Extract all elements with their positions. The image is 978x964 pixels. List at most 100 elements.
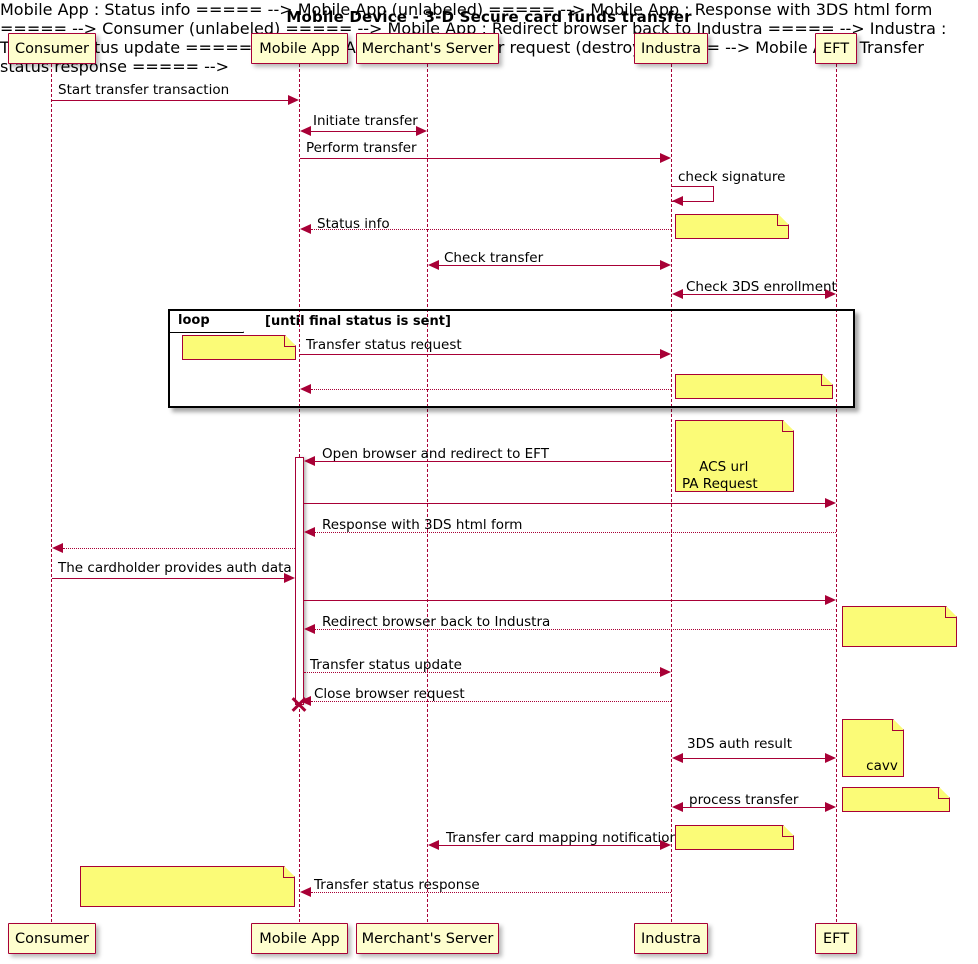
note-acs-request: ACS url PA Request Term url Merchant dat… bbox=[675, 420, 794, 492]
arrowhead-right-m6 bbox=[660, 260, 671, 270]
message-label-m22: Transfer status response bbox=[314, 877, 480, 893]
participant-label: Consumer bbox=[15, 40, 89, 57]
participant-label: EFT bbox=[822, 40, 850, 57]
note-fold-icon bbox=[938, 788, 949, 799]
arrowhead-right-m3 bbox=[660, 153, 671, 163]
message-line-m3 bbox=[300, 158, 660, 159]
participant-consumer-bottom[interactable]: Consumer bbox=[8, 923, 96, 954]
participant-eft-top[interactable]: EFT bbox=[815, 33, 857, 64]
message-label-m21: Transfer card mapping notification bbox=[446, 830, 679, 846]
message-label-m19: 3DS auth result bbox=[687, 736, 793, 752]
note-server-card-id: server card id bbox=[675, 825, 794, 850]
participant-label: Mobile App bbox=[259, 930, 340, 947]
participant-label: Mobile App bbox=[259, 40, 340, 57]
note-state-processing: state = PROCESSING bbox=[675, 374, 833, 399]
note-fold-icon bbox=[283, 867, 294, 878]
participant-industra-bottom[interactable]: Industra bbox=[634, 923, 708, 954]
arrowhead-left-m12 bbox=[304, 527, 315, 537]
note-bankorder-state: bankorder id state = APPROVED|DECLINED bbox=[80, 866, 295, 907]
arrowhead-right-m8 bbox=[660, 349, 671, 359]
message-label-m14: The cardholder provides auth data bbox=[58, 560, 292, 576]
message-line-m14 bbox=[52, 578, 284, 579]
message-line-m9 bbox=[311, 389, 671, 390]
arrowhead-left-m13 bbox=[52, 543, 63, 553]
participant-industra-top[interactable]: Industra bbox=[634, 33, 708, 64]
arrowhead-right-m15 bbox=[825, 595, 836, 605]
arrowhead-left-m4 bbox=[672, 196, 683, 206]
arrowhead-left-m6 bbox=[428, 260, 439, 270]
arrowhead-left-m19 bbox=[672, 753, 683, 763]
message-label-m6: Check transfer bbox=[444, 250, 544, 266]
participant-merchant-server-top[interactable]: Merchant's Server bbox=[356, 33, 499, 64]
message-line-m15 bbox=[304, 600, 825, 601]
arrowhead-left-m20 bbox=[672, 802, 683, 812]
note-cavv-eci-status: cavv eci status bbox=[842, 719, 904, 777]
message-label-m12: Response with 3DS html form bbox=[322, 517, 523, 533]
message-label-m16: Redirect browser back to Industra bbox=[322, 614, 551, 630]
arrowhead-left-m21 bbox=[428, 840, 439, 850]
note-text: server card id bbox=[699, 864, 793, 880]
arrowhead-left-m9 bbox=[300, 384, 311, 394]
loop-frame-tab: loop bbox=[170, 311, 244, 333]
note-bankorder-id: bankorder id bbox=[842, 787, 950, 812]
message-label-m18: Close browser request bbox=[314, 686, 465, 702]
message-line-m19 bbox=[683, 758, 825, 759]
message-label-m7: Check 3DS enrollment bbox=[686, 279, 837, 295]
note-fold-icon bbox=[782, 826, 793, 837]
message-label-m10: Open browser and redirect to EFT bbox=[322, 446, 549, 462]
participant-label: Merchant's Server bbox=[361, 40, 494, 57]
message-line-m8 bbox=[300, 354, 660, 355]
note-text: session token bbox=[699, 253, 792, 269]
participant-label: EFT bbox=[822, 930, 850, 947]
message-label-m5: Status info bbox=[317, 216, 390, 232]
note-text: bankorder id bbox=[866, 826, 952, 842]
loop-frame-label: loop bbox=[178, 313, 210, 328]
message-label-m1: Start transfer transaction bbox=[58, 82, 230, 98]
arrowhead-left-m22 bbox=[300, 887, 311, 897]
note-fold-icon bbox=[782, 421, 793, 432]
message-line-m13 bbox=[63, 548, 295, 549]
participant-label: Industra bbox=[641, 930, 701, 947]
message-line-m2 bbox=[311, 131, 416, 132]
message-label-m20: process transfer bbox=[689, 792, 799, 808]
destroy-marker-mobile-app bbox=[290, 695, 308, 713]
loop-frame-condition: [until final status is sent] bbox=[265, 314, 451, 329]
participant-mobile-app-bottom[interactable]: Mobile App bbox=[251, 923, 348, 954]
participant-eft-bottom[interactable]: EFT bbox=[815, 923, 857, 954]
arrowhead-left-m5 bbox=[300, 224, 311, 234]
note-text: PA Response Merchant data bbox=[849, 645, 952, 678]
arrowhead-right-m17 bbox=[660, 667, 671, 677]
note-fold-icon bbox=[945, 607, 956, 618]
arrowhead-left-m2 bbox=[300, 126, 311, 136]
participant-mobile-app-top[interactable]: Mobile App bbox=[251, 33, 348, 64]
arrowhead-right-m19 bbox=[825, 753, 836, 763]
lifeline-eft bbox=[836, 64, 837, 922]
participant-merchant-server-bottom[interactable]: Merchant's Server bbox=[356, 923, 499, 954]
participant-consumer-top[interactable]: Consumer bbox=[8, 33, 96, 64]
message-label-m17: Transfer status update bbox=[310, 657, 462, 673]
note-fold-icon bbox=[777, 215, 788, 226]
activation-bar-mobile-app bbox=[295, 457, 304, 705]
message-label-m2: Initiate transfer bbox=[313, 113, 418, 129]
participant-label: Merchant's Server bbox=[361, 930, 494, 947]
note-fold-icon bbox=[892, 720, 903, 731]
message-label-m4: check signature bbox=[678, 169, 786, 185]
note-session-token-2: session token bbox=[182, 335, 296, 360]
participant-label: Consumer bbox=[15, 930, 89, 947]
lifeline-consumer bbox=[51, 64, 52, 922]
arrowhead-right-m20 bbox=[825, 802, 836, 812]
arrowhead-right-m1 bbox=[288, 95, 299, 105]
sequence-diagram-canvas: Mobile Device - 3-D Secure card funds tr… bbox=[0, 0, 978, 964]
arrowhead-left-m7 bbox=[672, 289, 683, 299]
message-line-m11 bbox=[304, 503, 825, 504]
arrowhead-left-m16 bbox=[304, 624, 315, 634]
note-pa-response: PA Response Merchant data bbox=[842, 606, 957, 647]
diagram-title: Mobile Device - 3-D Secure card funds tr… bbox=[286, 8, 692, 26]
message-line-m1 bbox=[52, 100, 288, 101]
lifeline-merchant-server bbox=[427, 64, 428, 922]
arrowhead-right-m11 bbox=[825, 498, 836, 508]
note-session-token-1: session token bbox=[675, 214, 789, 239]
message-label-m8: Transfer status request bbox=[306, 337, 462, 353]
arrowhead-left-m10 bbox=[304, 456, 315, 466]
note-text: ACS url PA Request Term url Merchant dat… bbox=[682, 459, 781, 526]
